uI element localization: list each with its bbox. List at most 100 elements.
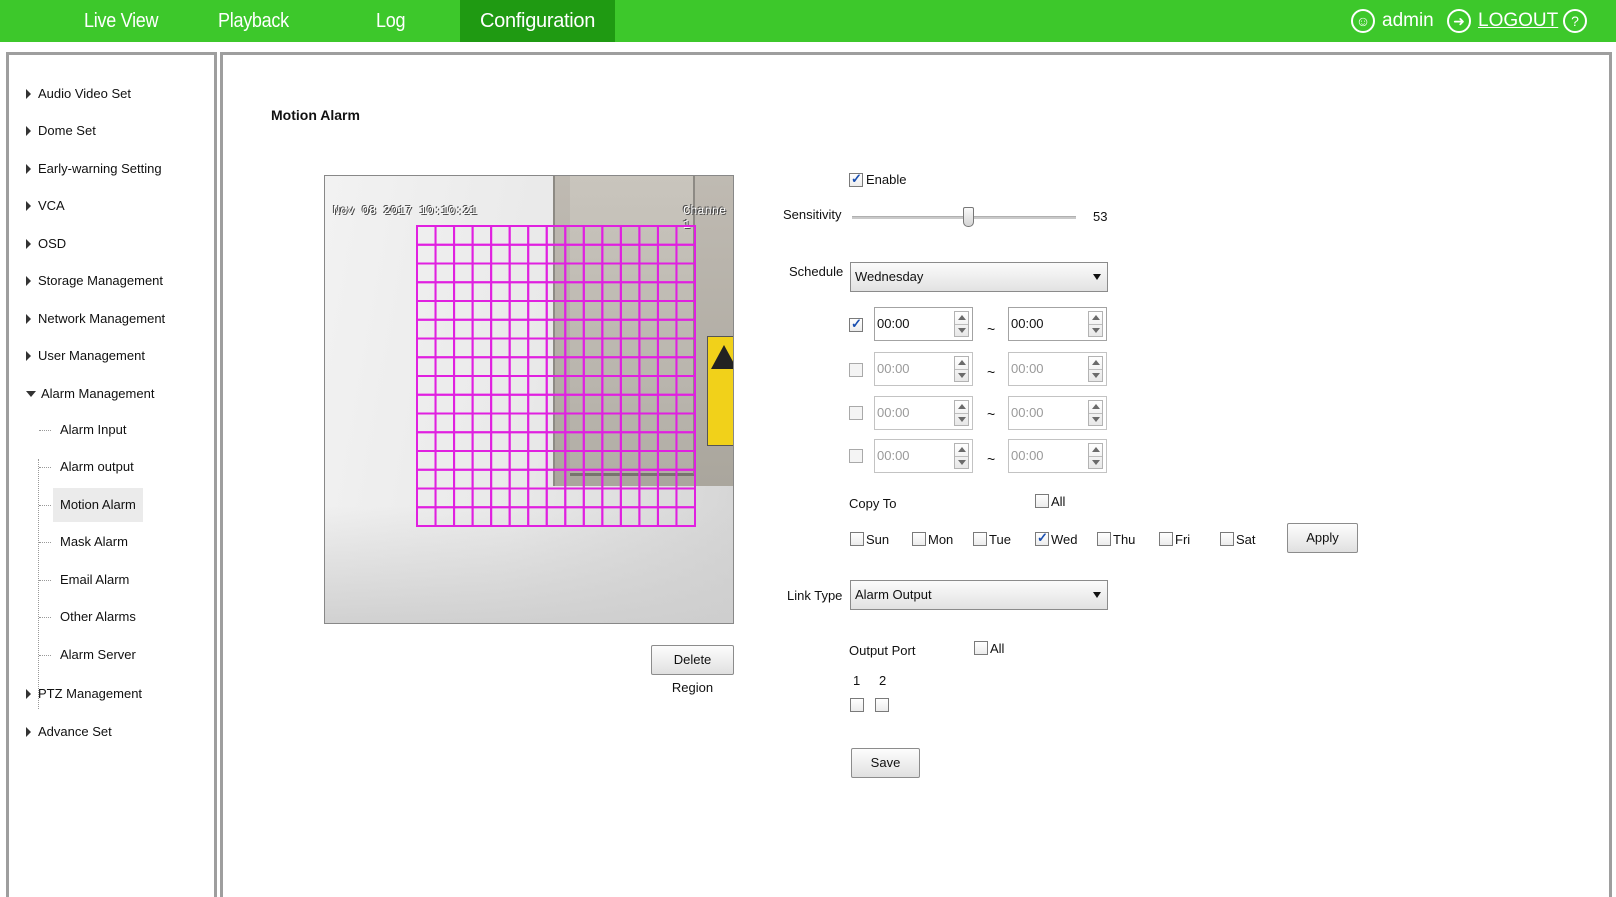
motion-grid-cell[interactable] — [675, 262, 696, 284]
motion-grid-cell[interactable] — [453, 337, 474, 359]
motion-grid-cell[interactable] — [471, 318, 493, 340]
motion-grid-cell[interactable] — [601, 468, 622, 490]
motion-grid-cell[interactable] — [508, 281, 530, 302]
motion-grid-cell[interactable] — [490, 468, 511, 490]
copy-fri-checkbox[interactable] — [1159, 532, 1173, 546]
motion-grid-cell[interactable] — [527, 487, 548, 509]
motion-grid-cell[interactable] — [434, 487, 456, 509]
motion-grid-cell[interactable] — [453, 431, 474, 452]
motion-grid-cell[interactable] — [675, 412, 696, 434]
motion-grid-cell[interactable] — [490, 318, 511, 340]
motion-grid-cell[interactable] — [656, 225, 678, 246]
motion-grid-cell[interactable] — [490, 337, 511, 359]
motion-grid-cell[interactable] — [545, 243, 567, 265]
motion-grid-cell[interactable] — [675, 393, 696, 415]
motion-grid-cell[interactable] — [416, 468, 437, 490]
motion-grid-cell[interactable] — [675, 243, 696, 265]
sidebar-item-email-alarm[interactable]: Email Alarm — [53, 563, 136, 597]
motion-grid-cell[interactable] — [619, 356, 641, 377]
motion-grid-cell[interactable] — [619, 468, 641, 490]
motion-grid-cell[interactable] — [601, 450, 622, 471]
motion-grid-cell[interactable] — [582, 262, 604, 284]
motion-grid-cell[interactable] — [508, 243, 530, 265]
motion-grid-cell[interactable] — [619, 450, 641, 471]
motion-grid-cell[interactable] — [564, 506, 585, 527]
motion-grid-cell[interactable] — [582, 393, 604, 415]
motion-grid-cell[interactable] — [582, 318, 604, 340]
motion-grid-cell[interactable] — [582, 468, 604, 490]
sidebar-item-storage[interactable]: Storage Management — [26, 271, 163, 291]
motion-grid-cell[interactable] — [638, 450, 659, 471]
motion-grid-cell[interactable] — [582, 450, 604, 471]
help-icon[interactable]: ? — [1563, 9, 1587, 33]
motion-grid-cell[interactable] — [675, 318, 696, 340]
copy-mon-checkbox[interactable] — [912, 532, 926, 546]
motion-grid-cell[interactable] — [471, 450, 493, 471]
motion-grid-cell[interactable] — [564, 356, 585, 377]
motion-grid-cell[interactable] — [490, 412, 511, 434]
motion-grid-cell[interactable] — [453, 356, 474, 377]
motion-grid-cell[interactable] — [619, 375, 641, 396]
motion-grid-cell[interactable] — [471, 243, 493, 265]
motion-grid-cell[interactable] — [545, 393, 567, 415]
motion-grid-cell[interactable] — [601, 262, 622, 284]
motion-grid-cell[interactable] — [545, 506, 567, 527]
motion-grid-cell[interactable] — [601, 318, 622, 340]
schedule-row-2-checkbox[interactable] — [849, 363, 863, 377]
motion-grid-cell[interactable] — [508, 318, 530, 340]
motion-grid-cell[interactable] — [638, 243, 659, 265]
motion-grid-cell[interactable] — [601, 225, 622, 246]
motion-detection-video-preview[interactable]: Nov 08 2017 10:10:21 Channe 1 — [324, 175, 734, 624]
motion-grid-cell[interactable] — [471, 225, 493, 246]
motion-grid-cell[interactable] — [453, 262, 474, 284]
schedule-row-4-checkbox[interactable] — [849, 449, 863, 463]
motion-grid-cell[interactable] — [582, 506, 604, 527]
motion-grid-cell[interactable] — [453, 243, 474, 265]
motion-grid-cell[interactable] — [434, 225, 456, 246]
copy-sat-checkbox[interactable] — [1220, 532, 1234, 546]
sidebar-item-user-management[interactable]: User Management — [26, 346, 145, 366]
motion-grid-cell[interactable] — [471, 375, 493, 396]
motion-grid-cell[interactable] — [508, 337, 530, 359]
motion-grid-cell[interactable] — [675, 375, 696, 396]
schedule-row-1-start-time[interactable]: 00:00 — [874, 307, 973, 341]
motion-grid-cell[interactable] — [675, 468, 696, 490]
motion-grid-cell[interactable] — [508, 375, 530, 396]
motion-grid-cell[interactable] — [545, 412, 567, 434]
motion-grid-cell[interactable] — [564, 262, 585, 284]
link-type-select[interactable]: Alarm Output — [850, 580, 1108, 610]
motion-grid-cell[interactable] — [656, 506, 678, 527]
motion-grid-cell[interactable] — [527, 412, 548, 434]
motion-grid-cell[interactable] — [601, 243, 622, 265]
motion-grid-cell[interactable] — [638, 262, 659, 284]
motion-grid-cell[interactable] — [527, 356, 548, 377]
sidebar-item-network[interactable]: Network Management — [26, 309, 165, 329]
nav-configuration[interactable]: Configuration — [460, 0, 616, 42]
motion-grid-cell[interactable] — [434, 393, 456, 415]
motion-grid-cell[interactable] — [434, 450, 456, 471]
motion-grid-cell[interactable] — [601, 300, 622, 321]
motion-grid-cell[interactable] — [638, 468, 659, 490]
motion-grid-cell[interactable] — [582, 243, 604, 265]
sidebar-item-ptz-management[interactable]: PTZ Management — [26, 684, 142, 704]
motion-grid-cell[interactable] — [675, 337, 696, 359]
logout-link[interactable]: LOGOUT — [1478, 0, 1558, 42]
motion-grid-cell[interactable] — [471, 412, 493, 434]
motion-grid-cell[interactable] — [582, 431, 604, 452]
motion-grid-cell[interactable] — [619, 337, 641, 359]
motion-grid-cell[interactable] — [545, 225, 567, 246]
motion-grid-cell[interactable] — [619, 393, 641, 415]
motion-grid-cell[interactable] — [416, 337, 437, 359]
motion-grid-cell[interactable] — [675, 356, 696, 377]
sensitivity-slider-handle[interactable] — [963, 207, 974, 227]
sidebar-item-mask-alarm[interactable]: Mask Alarm — [53, 525, 135, 559]
motion-grid-cell[interactable] — [434, 431, 456, 452]
motion-grid-cell[interactable] — [527, 506, 548, 527]
motion-grid-cell[interactable] — [619, 300, 641, 321]
motion-grid-cell[interactable] — [471, 468, 493, 490]
copy-to-all-checkbox[interactable] — [1035, 494, 1049, 508]
motion-grid-cell[interactable] — [564, 300, 585, 321]
motion-grid-cell[interactable] — [656, 318, 678, 340]
motion-grid-cell[interactable] — [416, 431, 437, 452]
motion-grid-cell[interactable] — [416, 318, 437, 340]
